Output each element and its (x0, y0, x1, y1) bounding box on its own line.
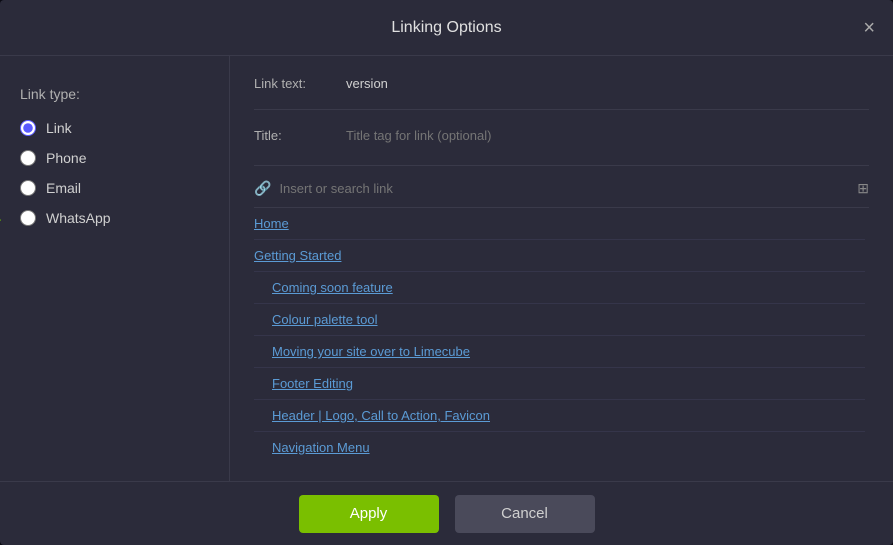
radio-item-whatsapp[interactable]: WhatsApp (20, 210, 209, 226)
modal-title: Linking Options (391, 19, 501, 37)
close-button[interactable]: × (863, 18, 875, 38)
link-text-label: Link text: (254, 76, 334, 91)
search-input[interactable] (279, 181, 849, 196)
modal-overlay: Linking Options × Link type: Link Phone (0, 0, 893, 545)
link-item-header-logo[interactable]: Header | Logo, Call to Action, Favicon (254, 400, 865, 432)
title-input[interactable] (346, 124, 869, 147)
radio-email[interactable] (20, 180, 36, 196)
title-label: Title: (254, 128, 334, 143)
divider-1 (254, 109, 869, 110)
title-row: Title: (254, 124, 869, 147)
radio-item-phone[interactable]: Phone (20, 150, 209, 166)
radio-group: Link Phone Email WhatsApp (20, 120, 209, 226)
radio-whatsapp[interactable] (20, 210, 36, 226)
apply-button[interactable]: Apply (299, 495, 439, 533)
link-text-value: version (346, 76, 388, 91)
link-item-home[interactable]: Home (254, 208, 865, 240)
link-item-navigation-menu[interactable]: Navigation Menu (254, 432, 865, 461)
divider-2 (254, 165, 869, 166)
links-list: Home Getting Started Coming soon feature… (254, 208, 869, 461)
link-type-label: Link type: (20, 86, 209, 102)
radio-item-email[interactable]: Email (20, 180, 209, 196)
radio-email-label: Email (46, 180, 81, 196)
link-item-getting-started[interactable]: Getting Started (254, 240, 865, 272)
radio-phone-label: Phone (46, 150, 86, 166)
modal-footer: Apply Cancel (0, 481, 893, 545)
link-item-colour-palette[interactable]: Colour palette tool (254, 304, 865, 336)
sidebar: Link type: Link Phone Email (0, 56, 230, 481)
radio-link[interactable] (20, 120, 36, 136)
link-text-row: Link text: version (254, 76, 869, 91)
link-icon: 🔗 (254, 180, 271, 197)
radio-link-label: Link (46, 120, 72, 136)
link-item-moving-site[interactable]: Moving your site over to Limecube (254, 336, 865, 368)
radio-whatsapp-label: WhatsApp (46, 210, 111, 226)
modal-body: Link type: Link Phone Email (0, 56, 893, 481)
cancel-button[interactable]: Cancel (455, 495, 595, 533)
link-item-footer-editing[interactable]: Footer Editing (254, 368, 865, 400)
modal: Linking Options × Link type: Link Phone (0, 0, 893, 545)
radio-item-link[interactable]: Link (20, 120, 209, 136)
search-row: 🔗 ⊞ (254, 180, 869, 208)
link-item-coming-soon[interactable]: Coming soon feature (254, 272, 865, 304)
main-content: Link text: version Title: 🔗 ⊞ (230, 56, 893, 481)
radio-phone[interactable] (20, 150, 36, 166)
external-link-icon[interactable]: ⊞ (857, 180, 869, 197)
modal-header: Linking Options × (0, 0, 893, 56)
